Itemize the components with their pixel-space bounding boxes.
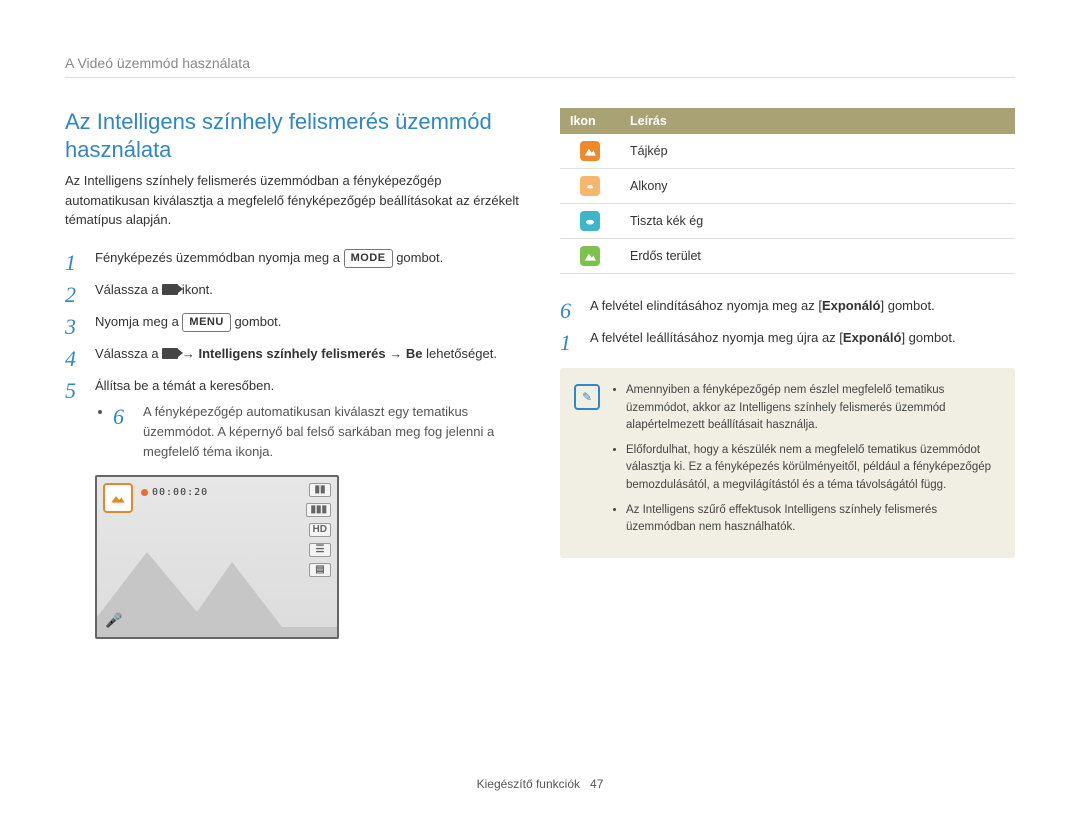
landscape-icon <box>580 141 600 161</box>
step-7-bold: Exponáló <box>843 330 902 345</box>
th-desc: Leírás <box>620 108 1015 134</box>
video-icon <box>162 284 178 295</box>
icon-description-table: Ikon Leírás Tájkép <box>560 108 1015 274</box>
step-3-text-b: gombot. <box>234 314 281 329</box>
forest-icon <box>580 246 600 266</box>
sunset-icon <box>580 176 600 196</box>
badge-0: ▮▮ <box>309 483 331 497</box>
desc-cell: Tiszta kék ég <box>620 204 1015 239</box>
step-5-sublist: A fényképezőgép automatikusan kiválaszt … <box>95 402 520 462</box>
table-head: Ikon Leírás <box>560 108 1015 134</box>
footer-label: Kiegészítő funkciók <box>477 777 580 791</box>
steps-list-left: Fényképezés üzemmódban nyomja meg a MODE… <box>65 248 520 463</box>
step-4-arrow-1: → <box>182 346 199 361</box>
step-4-bold-2: Be <box>406 346 423 361</box>
content-columns: Az Intelligens színhely felismerés üzemm… <box>65 108 1015 639</box>
icon-cell <box>560 204 620 239</box>
page-number: 47 <box>590 777 603 791</box>
landscape-icon <box>110 492 126 504</box>
step-7-text-b: ] gombot. <box>901 330 955 345</box>
step-3-text-a: Nyomja meg a <box>95 314 182 329</box>
step-7-text-a: A felvétel leállításához nyomja meg újra… <box>590 330 843 345</box>
table-row: Tiszta kék ég <box>560 204 1015 239</box>
key-mode: MODE <box>344 249 393 268</box>
steps-list-right: A felvétel elindításához nyomja meg az [… <box>560 296 1015 348</box>
step-6: A felvétel elindításához nyomja meg az [… <box>560 296 1015 316</box>
step-5-sub: A fényképezőgép automatikusan kiválaszt … <box>113 402 520 462</box>
preview-mountain <box>97 527 337 637</box>
step-7: A felvétel leállításához nyomja meg újra… <box>560 328 1015 348</box>
desc-cell: Erdős terület <box>620 239 1015 274</box>
intro-paragraph: Az Intelligens színhely felismerés üzemm… <box>65 171 520 230</box>
step-2: Válassza a ikont. <box>65 280 520 300</box>
column-right: Ikon Leírás Tájkép <box>560 108 1015 639</box>
record-timer: 00:00:20 <box>141 487 208 498</box>
step-6-bold: Exponáló <box>822 298 881 313</box>
step-5-text: Állítsa be a témát a keresőben. <box>95 378 274 393</box>
icon-cell <box>560 239 620 274</box>
breadcrumb: A Videó üzemmód használata <box>65 55 1015 78</box>
step-3: Nyomja meg a MENU gombot. <box>65 312 520 332</box>
timer-text: 00:00:20 <box>152 487 208 498</box>
desc-cell: Alkony <box>620 169 1015 204</box>
step-5: Állítsa be a témát a keresőben. A fényké… <box>65 376 520 463</box>
step-4-bold-1: Intelligens színhely felismerés <box>198 346 385 361</box>
scene-icon-box <box>103 483 133 513</box>
step-4-text-a: Válassza a <box>95 346 162 361</box>
step-2-text-b: ikont. <box>182 282 213 297</box>
step-4: Válassza a → Intelligens színhely felism… <box>65 344 520 364</box>
clear-sky-icon <box>580 211 600 231</box>
step-1: Fényképezés üzemmódban nyomja meg a MODE… <box>65 248 520 268</box>
video-icon <box>162 348 178 359</box>
table-row: Erdős terület <box>560 239 1015 274</box>
step-6-text-a: A felvétel elindításához nyomja meg az [ <box>590 298 822 313</box>
step-4-text-d: lehetőséget. <box>426 346 497 361</box>
th-icon: Ikon <box>560 108 620 134</box>
key-menu: MENU <box>182 313 230 332</box>
note-item: Előfordulhat, hogy a készülék nem a megf… <box>626 442 999 494</box>
note-item: Az Intelligens szűrő effektusok Intellig… <box>626 502 999 537</box>
camera-preview: 00:00:20 ▮▮ ▮▮▮ HD ☰ ▤ 🎤 <box>95 475 339 639</box>
record-dot-icon <box>141 489 148 496</box>
step-1-text-b: gombot. <box>396 250 443 265</box>
column-left: Az Intelligens színhely felismerés üzemm… <box>65 108 520 639</box>
note-box: ✎ Amennyiben a fényképezőgép nem észlel … <box>560 368 1015 558</box>
step-4-arrow-2: → <box>389 346 406 361</box>
note-item: Amennyiben a fényképezőgép nem észlel me… <box>626 382 999 434</box>
icon-cell <box>560 134 620 169</box>
desc-cell: Tájkép <box>620 134 1015 169</box>
microphone-icon: 🎤 <box>105 612 122 629</box>
step-2-text-a: Válassza a <box>95 282 162 297</box>
table-row: Tájkép <box>560 134 1015 169</box>
note-icon: ✎ <box>574 384 600 410</box>
badge-1: ▮▮▮ <box>306 503 331 517</box>
table-row: Alkony <box>560 169 1015 204</box>
step-6-text-b: ] gombot. <box>880 298 934 313</box>
icon-cell <box>560 169 620 204</box>
note-list: Amennyiben a fényképezőgép nem észlel me… <box>612 382 999 536</box>
page: A Videó üzemmód használata Az Intelligen… <box>0 0 1080 815</box>
step-1-text-a: Fényképezés üzemmódban nyomja meg a <box>95 250 344 265</box>
page-title: Az Intelligens színhely felismerés üzemm… <box>65 108 520 163</box>
page-footer: Kiegészítő funkciók 47 <box>0 777 1080 791</box>
